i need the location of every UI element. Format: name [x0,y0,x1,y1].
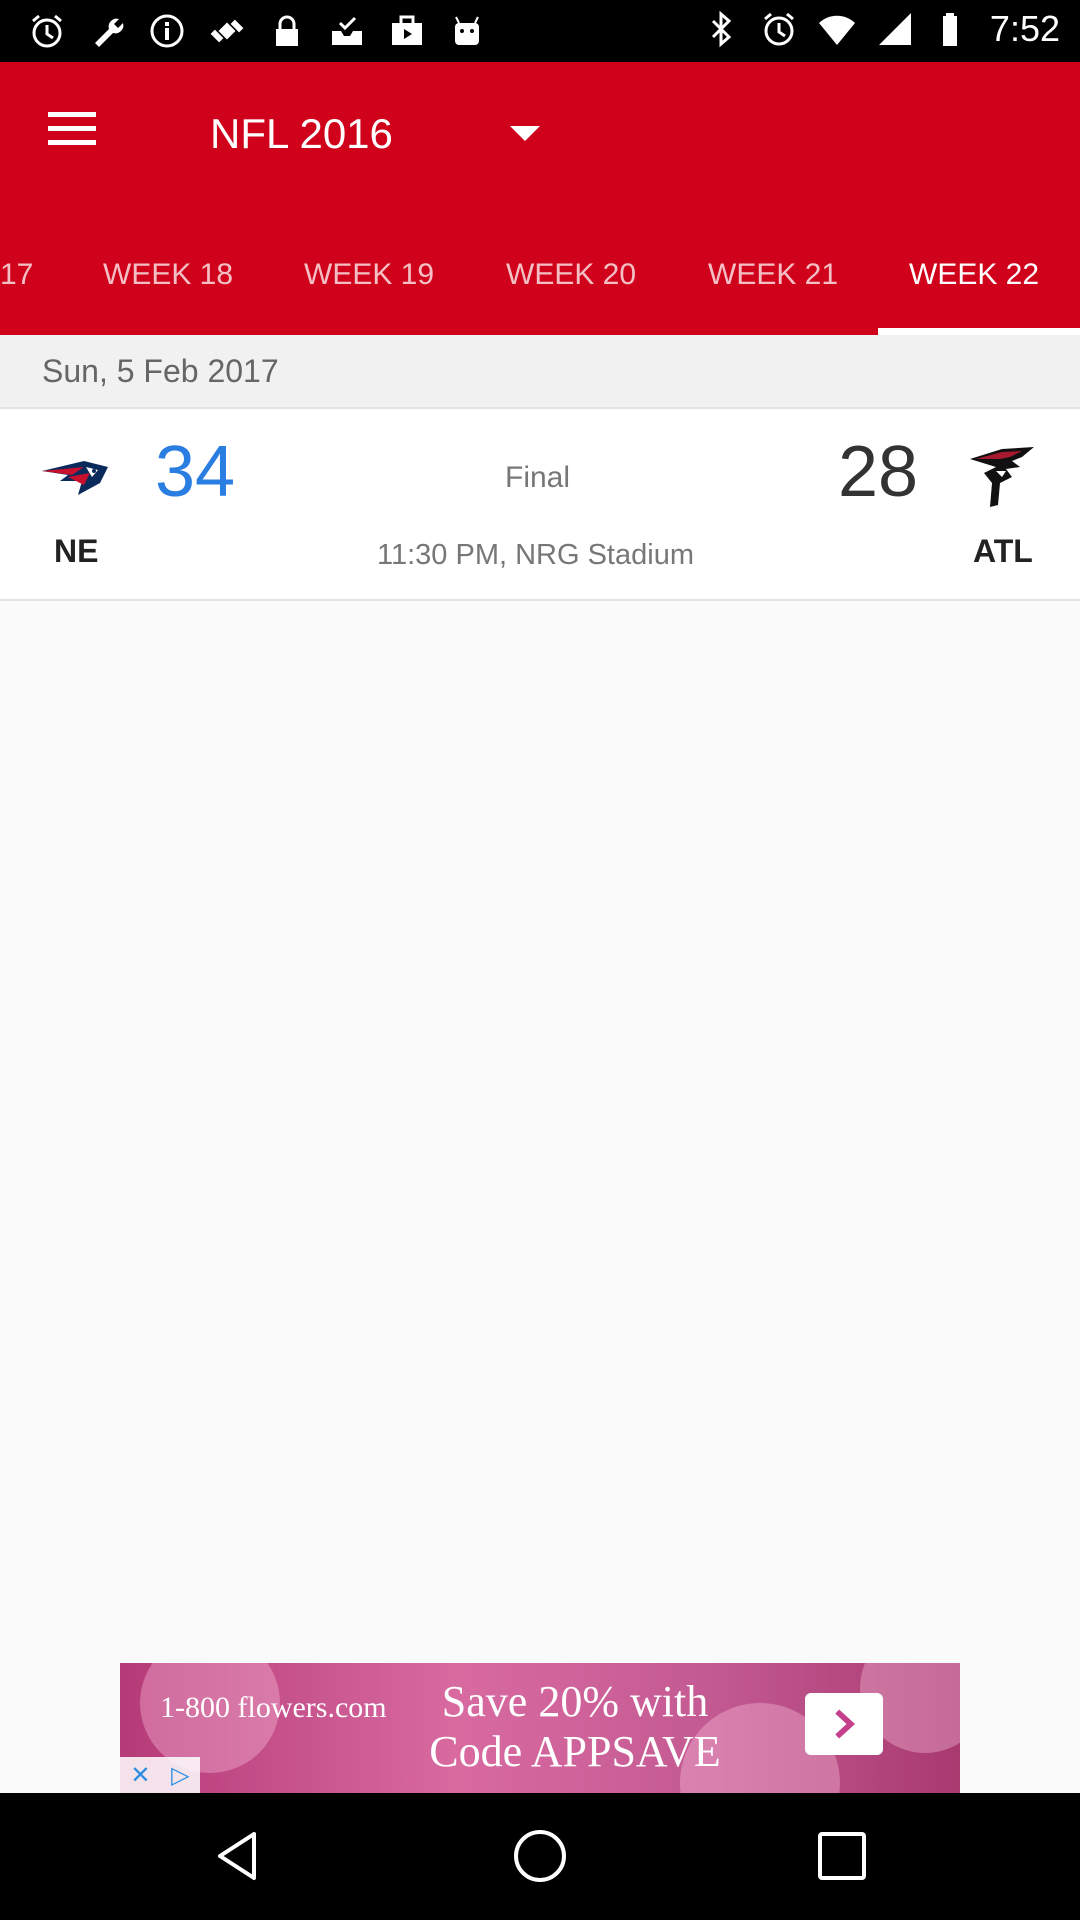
tab-week-19[interactable]: WEEK 19 [304,252,434,335]
tab-week-17[interactable]: 17 [0,252,33,335]
league-season-selector[interactable]: NFL 2016 [210,110,393,158]
active-tab-indicator [878,328,1080,335]
away-team-abbr: ATL [973,533,1033,569]
tab-week-21[interactable]: WEEK 21 [708,252,838,335]
chevron-right-icon [835,1709,855,1739]
patriots-logo-icon [38,437,118,517]
hamburger-icon-line [48,126,96,131]
game-status: Final [505,461,571,494]
app-bar: NFL 2016 17 WEEK 18 WEEK 19 WEEK 20 WEEK… [0,62,1080,335]
game-time-venue: 11:30 PM, NRG Stadium [377,539,694,571]
wifi-icon [816,8,858,50]
game-row[interactable]: 34 Final 28 NE 11:30 PM, NRG Stadium ATL [0,409,1080,601]
status-bar-system-icons: 7:52 [700,8,1060,50]
fake-gps-icon [206,10,248,52]
inbox-check-icon [326,10,368,52]
back-icon[interactable] [208,1826,268,1886]
android-icon [446,10,488,52]
date-header: Sun, 5 Feb 2017 [0,335,1080,409]
date-label: Sun, 5 Feb 2017 [42,353,279,389]
week-tabs: 17 WEEK 18 WEEK 19 WEEK 20 WEEK 21 WEEK … [0,252,1080,335]
ad-choices-badge[interactable]: ✕ ▷ [120,1757,200,1793]
briefcase-icon [386,10,428,52]
alarm-icon [26,10,68,52]
ad-headline-line2: Code APPSAVE [429,1727,721,1776]
tab-week-18[interactable]: WEEK 18 [103,252,233,335]
hamburger-icon [48,112,96,117]
home-team-abbr: NE [54,533,99,569]
falcons-logo-icon [962,437,1042,517]
tab-week-22[interactable]: WEEK 22 [909,252,1039,335]
recents-icon[interactable] [812,1826,872,1886]
bluetooth-icon [700,8,742,50]
navigation-bar [0,1793,1080,1920]
home-icon[interactable] [510,1826,570,1886]
signal-icon [874,8,916,50]
lock-icon [266,10,308,52]
away-score: 28 [838,432,919,512]
home-score: 34 [155,432,236,512]
alarm-icon [758,8,800,50]
wrench-icon [86,10,128,52]
ad-headline-line1: Save 20% with [441,1677,709,1726]
ad-banner[interactable]: 1-800 flowers.com Save 20% with Code APP… [120,1663,960,1793]
status-bar-notification-icons [26,10,488,52]
status-bar: 7:52 [0,0,1080,62]
status-bar-time: 7:52 [989,8,1060,49]
hamburger-icon-line [48,140,96,145]
info-icon [146,10,188,52]
ad-brand-logo: 1-800 flowers.com [160,1691,387,1724]
close-ad-icon[interactable]: ✕ [130,1761,150,1790]
ad-cta-button[interactable] [805,1693,883,1755]
ad-choices-icon[interactable]: ▷ [171,1761,189,1790]
menu-button[interactable] [42,104,102,154]
tab-week-20[interactable]: WEEK 20 [506,252,636,335]
dropdown-arrow-icon[interactable] [510,126,540,141]
ad-headline: Save 20% with Code APPSAVE [365,1677,785,1777]
battery-icon [932,8,974,50]
